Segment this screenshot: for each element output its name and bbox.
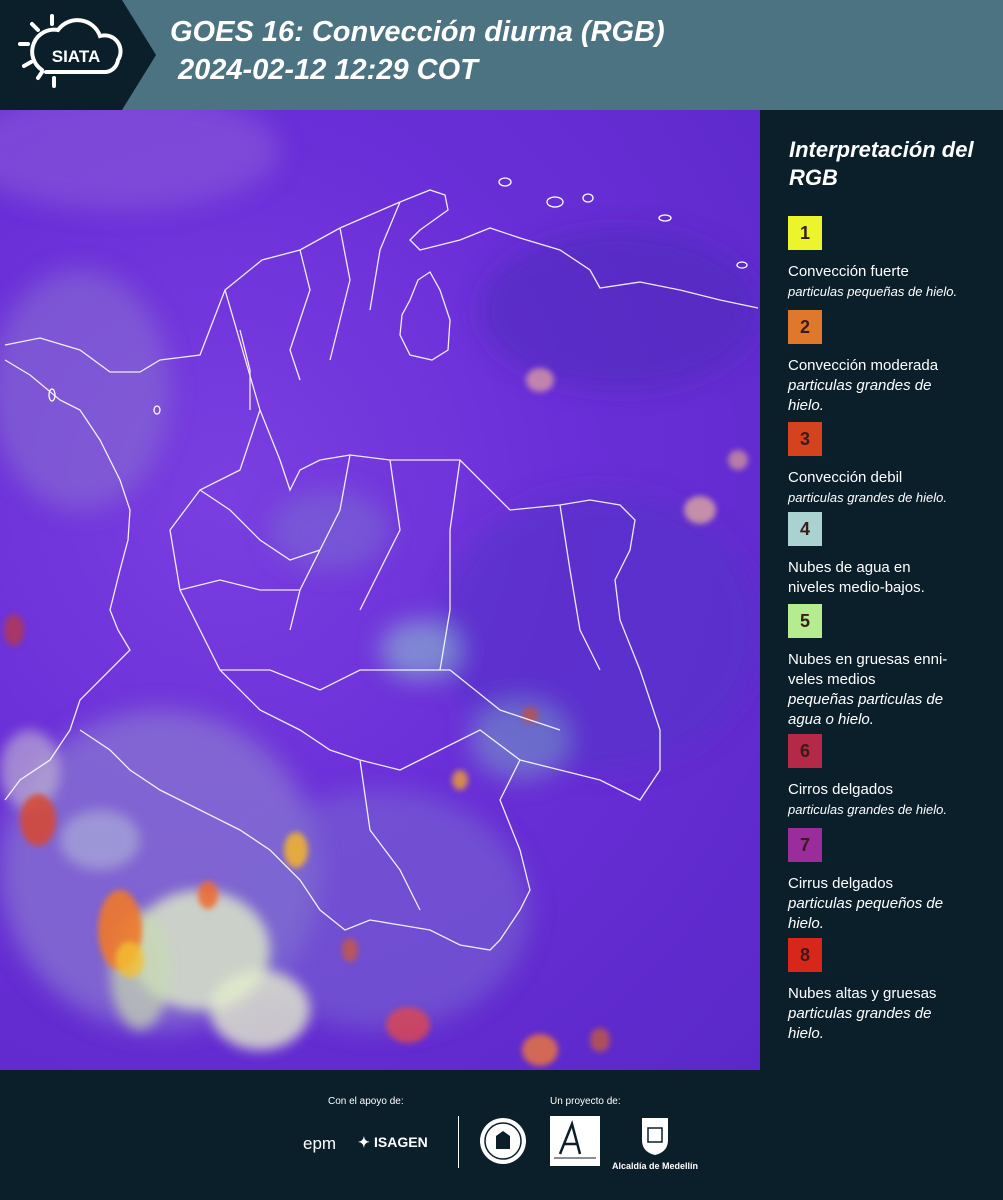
medellin-seal-icon [480, 1118, 526, 1164]
legend-item-6: 6 Cirros delgados particulas grandes de … [788, 734, 998, 820]
alcaldia-shield-icon [642, 1118, 668, 1155]
legend-item-sub: particulas pequeños de hielo. [788, 895, 944, 932]
footer: Con el apoyo de: Un proyecto de: epm ✦ I… [0, 1070, 1003, 1200]
legend-item-sub: particulas grandes de hielo. [788, 377, 932, 414]
legend-item-label: Nubes en gruesas enni-veles medios [788, 651, 948, 688]
siata-logo: SIATA [0, 0, 156, 110]
legend-item-2: 2 Convección moderada particulas grandes… [788, 310, 998, 416]
satellite-map [0, 110, 760, 1070]
legend-swatch: 3 [788, 422, 822, 456]
legend-item-label: Nubes de agua en niveles medio-bajos. [788, 559, 925, 596]
legend-item-label: Convección debil [788, 469, 903, 486]
legend-swatch: 8 [788, 938, 822, 972]
legend-item-7: 7 Cirrus delgados particulas pequeños de… [788, 828, 998, 934]
legend-item-8: 8 Nubes altas y gruesas particulas grand… [788, 938, 998, 1044]
legend-swatch: 4 [788, 512, 822, 546]
legend-item-label: Convección moderada [788, 357, 939, 374]
satellite-image [0, 110, 760, 1066]
legend-item-3: 3 Convección debil particulas grandes de… [788, 422, 998, 508]
support-label: Con el apoyo de: [328, 1096, 404, 1107]
legend-item-sub: particulas pequeñas de hielo. [788, 284, 958, 299]
legend-swatch: 1 [788, 216, 822, 250]
legend-item-sub: particulas grandes de hielo. [788, 490, 947, 505]
legend-item-sub: pequeñas particulas de agua o hielo. [788, 691, 944, 728]
legend-item-sub: particulas grandes de hielo. [788, 1005, 932, 1042]
sun-cloud-logo-icon: SIATA [18, 14, 123, 88]
legend-swatch: 7 [788, 828, 822, 862]
footer-divider [458, 1116, 459, 1168]
legend-title: Interpretación del RGB [789, 137, 974, 190]
header-bar: SIATA GOES 16: Convección diurna (RGB) 2… [0, 0, 1003, 110]
area-metropolitana-logo-icon [550, 1116, 600, 1166]
isagen-star-icon: ✦ [358, 1134, 370, 1150]
svg-text:SIATA: SIATA [52, 47, 100, 66]
legend-item-label: Nubes altas y gruesas [788, 985, 937, 1002]
page-title: GOES 16: Convección diurna (RGB) [170, 16, 665, 48]
project-label: Un proyecto de: [550, 1096, 621, 1107]
legend-panel: Interpretación del RGB 1 Convección fuer… [760, 110, 1003, 1070]
timestamp: 2024-02-12 12:29 COT [178, 54, 478, 86]
legend-item-4: 4 Nubes de agua en niveles medio-bajos. [788, 512, 998, 598]
alcaldia-label: Alcaldía de Medellín [612, 1161, 699, 1171]
legend-item-1: 1 Convección fuerte particulas pequeñas … [788, 216, 998, 302]
legend-swatch: 5 [788, 604, 822, 638]
legend-swatch: 2 [788, 310, 822, 344]
isagen-logo: ISAGEN [374, 1134, 428, 1150]
legend-item-5: 5 Nubes en gruesas enni-veles medios peq… [788, 604, 998, 730]
legend-item-sub: particulas grandes de hielo. [788, 802, 947, 817]
legend-item-label: Cirrus delgados [788, 875, 894, 892]
legend-item-label: Convección fuerte [788, 263, 909, 280]
legend-swatch: 6 [788, 734, 822, 768]
legend-item-label: Cirros delgados [788, 781, 894, 798]
epm-logo: epm [303, 1134, 337, 1153]
